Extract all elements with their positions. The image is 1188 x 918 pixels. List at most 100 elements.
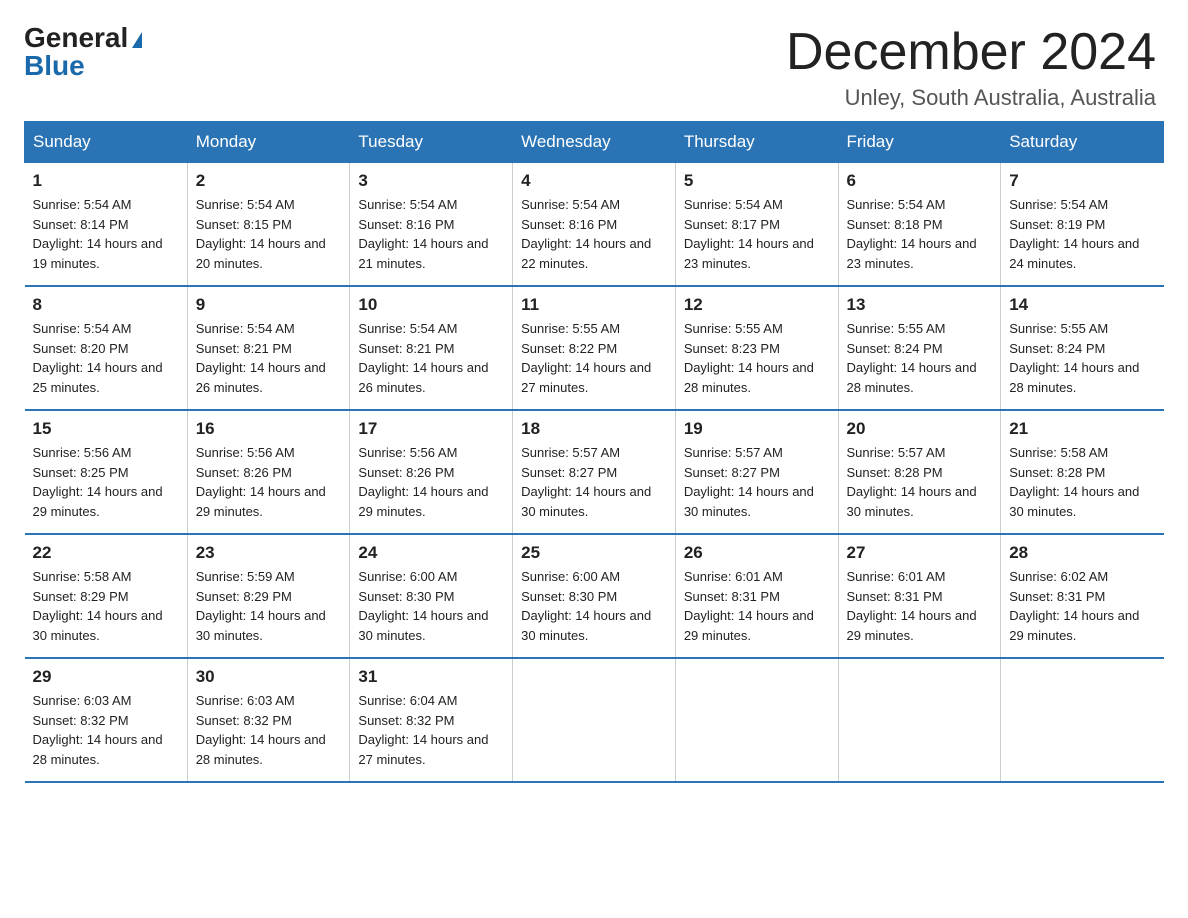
day-number: 3 bbox=[358, 171, 504, 191]
day-info: Sunrise: 5:58 AMSunset: 8:28 PMDaylight:… bbox=[1009, 443, 1155, 521]
header-saturday: Saturday bbox=[1001, 122, 1164, 163]
week-row-1: 1Sunrise: 5:54 AMSunset: 8:14 PMDaylight… bbox=[25, 163, 1164, 287]
day-number: 7 bbox=[1009, 171, 1155, 191]
day-cell: 28 Sunrise: 6:02 AMSunset: 8:31 PMDayligh… bbox=[1001, 534, 1164, 658]
days-of-week-row: Sunday Monday Tuesday Wednesday Thursday… bbox=[25, 122, 1164, 163]
day-number: 21 bbox=[1009, 419, 1155, 439]
page-header: General Blue December 2024 Unley, South … bbox=[0, 0, 1188, 121]
day-cell: 24 Sunrise: 6:00 AMSunset: 8:30 PMDayligh… bbox=[350, 534, 513, 658]
day-number: 28 bbox=[1009, 543, 1155, 563]
day-info: Sunrise: 5:55 AMSunset: 8:24 PMDaylight:… bbox=[847, 319, 993, 397]
month-title: December 2024 bbox=[786, 24, 1156, 81]
day-cell: 15 Sunrise: 5:56 AMSunset: 8:25 PMDayligh… bbox=[25, 410, 188, 534]
day-cell: 9Sunrise: 5:54 AMSunset: 8:21 PMDaylight… bbox=[187, 286, 350, 410]
day-number: 20 bbox=[847, 419, 993, 439]
day-number: 26 bbox=[684, 543, 830, 563]
day-number: 13 bbox=[847, 295, 993, 315]
week-row-5: 29Sunrise: 6:03 AMSunset: 8:32 PMDayligh… bbox=[25, 658, 1164, 782]
day-number: 11 bbox=[521, 295, 667, 315]
day-cell: 18 Sunrise: 5:57 AMSunset: 8:27 PMDayligh… bbox=[513, 410, 676, 534]
day-number: 22 bbox=[33, 543, 179, 563]
day-cell: 2 Sunrise: 5:54 AMSunset: 8:15 PMDaylight… bbox=[187, 163, 350, 287]
day-info: Sunrise: 6:03 AMSunset: 8:32 PMDaylight:… bbox=[196, 691, 342, 769]
day-cell bbox=[838, 658, 1001, 782]
day-cell bbox=[1001, 658, 1164, 782]
day-cell: 1Sunrise: 5:54 AMSunset: 8:14 PMDaylight… bbox=[25, 163, 188, 287]
day-cell bbox=[513, 658, 676, 782]
day-cell: 6Sunrise: 5:54 AMSunset: 8:18 PMDaylight… bbox=[838, 163, 1001, 287]
week-row-2: 8 Sunrise: 5:54 AMSunset: 8:20 PMDaylight… bbox=[25, 286, 1164, 410]
calendar-header: Sunday Monday Tuesday Wednesday Thursday… bbox=[25, 122, 1164, 163]
day-info: Sunrise: 6:01 AMSunset: 8:31 PMDaylight:… bbox=[847, 567, 993, 645]
day-info: Sunrise: 5:54 AMSunset: 8:16 PMDaylight:… bbox=[521, 195, 667, 273]
day-cell: 3 Sunrise: 5:54 AMSunset: 8:16 PMDaylight… bbox=[350, 163, 513, 287]
day-number: 15 bbox=[33, 419, 179, 439]
day-cell: 14 Sunrise: 5:55 AMSunset: 8:24 PMDayligh… bbox=[1001, 286, 1164, 410]
day-cell: 29Sunrise: 6:03 AMSunset: 8:32 PMDayligh… bbox=[25, 658, 188, 782]
day-cell: 19 Sunrise: 5:57 AMSunset: 8:27 PMDayligh… bbox=[675, 410, 838, 534]
day-info: Sunrise: 5:56 AMSunset: 8:26 PMDaylight:… bbox=[196, 443, 342, 521]
day-cell: 7 Sunrise: 5:54 AMSunset: 8:19 PMDaylight… bbox=[1001, 163, 1164, 287]
day-cell bbox=[675, 658, 838, 782]
day-cell: 22Sunrise: 5:58 AMSunset: 8:29 PMDayligh… bbox=[25, 534, 188, 658]
day-info: Sunrise: 6:02 AMSunset: 8:31 PMDaylight:… bbox=[1009, 567, 1155, 645]
day-number: 8 bbox=[33, 295, 179, 315]
day-info: Sunrise: 5:55 AMSunset: 8:22 PMDaylight:… bbox=[521, 319, 667, 397]
calendar-table: Sunday Monday Tuesday Wednesday Thursday… bbox=[24, 121, 1164, 783]
day-info: Sunrise: 5:57 AMSunset: 8:27 PMDaylight:… bbox=[684, 443, 830, 521]
logo: General Blue bbox=[24, 24, 142, 80]
day-cell: 21 Sunrise: 5:58 AMSunset: 8:28 PMDayligh… bbox=[1001, 410, 1164, 534]
day-info: Sunrise: 5:57 AMSunset: 8:27 PMDaylight:… bbox=[521, 443, 667, 521]
header-friday: Friday bbox=[838, 122, 1001, 163]
day-cell: 11 Sunrise: 5:55 AMSunset: 8:22 PMDayligh… bbox=[513, 286, 676, 410]
day-cell: 27 Sunrise: 6:01 AMSunset: 8:31 PMDayligh… bbox=[838, 534, 1001, 658]
day-number: 16 bbox=[196, 419, 342, 439]
day-info: Sunrise: 5:55 AMSunset: 8:24 PMDaylight:… bbox=[1009, 319, 1155, 397]
day-cell: 16 Sunrise: 5:56 AMSunset: 8:26 PMDayligh… bbox=[187, 410, 350, 534]
day-number: 12 bbox=[684, 295, 830, 315]
day-info: Sunrise: 6:01 AMSunset: 8:31 PMDaylight:… bbox=[684, 567, 830, 645]
header-monday: Monday bbox=[187, 122, 350, 163]
day-number: 14 bbox=[1009, 295, 1155, 315]
day-cell: 26 Sunrise: 6:01 AMSunset: 8:31 PMDayligh… bbox=[675, 534, 838, 658]
week-row-3: 15 Sunrise: 5:56 AMSunset: 8:25 PMDayligh… bbox=[25, 410, 1164, 534]
day-info: Sunrise: 6:00 AMSunset: 8:30 PMDaylight:… bbox=[358, 567, 504, 645]
day-number: 4 bbox=[521, 171, 667, 191]
day-cell: 5 Sunrise: 5:54 AMSunset: 8:17 PMDaylight… bbox=[675, 163, 838, 287]
day-number: 30 bbox=[196, 667, 342, 687]
day-info: Sunrise: 6:00 AMSunset: 8:30 PMDaylight:… bbox=[521, 567, 667, 645]
day-cell: 8 Sunrise: 5:54 AMSunset: 8:20 PMDaylight… bbox=[25, 286, 188, 410]
day-info: Sunrise: 5:54 AMSunset: 8:20 PMDaylight:… bbox=[33, 319, 179, 397]
day-number: 5 bbox=[684, 171, 830, 191]
day-info: Sunrise: 5:54 AMSunset: 8:17 PMDaylight:… bbox=[684, 195, 830, 273]
logo-general-text: General bbox=[24, 24, 128, 52]
day-cell: 12Sunrise: 5:55 AMSunset: 8:23 PMDayligh… bbox=[675, 286, 838, 410]
day-info: Sunrise: 5:54 AMSunset: 8:19 PMDaylight:… bbox=[1009, 195, 1155, 273]
day-number: 23 bbox=[196, 543, 342, 563]
day-cell: 30 Sunrise: 6:03 AMSunset: 8:32 PMDayligh… bbox=[187, 658, 350, 782]
logo-blue-text: Blue bbox=[24, 52, 85, 80]
day-number: 24 bbox=[358, 543, 504, 563]
day-number: 27 bbox=[847, 543, 993, 563]
day-cell: 23Sunrise: 5:59 AMSunset: 8:29 PMDayligh… bbox=[187, 534, 350, 658]
day-info: Sunrise: 5:56 AMSunset: 8:26 PMDaylight:… bbox=[358, 443, 504, 521]
day-info: Sunrise: 5:54 AMSunset: 8:21 PMDaylight:… bbox=[358, 319, 504, 397]
calendar-body: 1Sunrise: 5:54 AMSunset: 8:14 PMDaylight… bbox=[25, 163, 1164, 783]
day-cell: 17Sunrise: 5:56 AMSunset: 8:26 PMDayligh… bbox=[350, 410, 513, 534]
day-number: 19 bbox=[684, 419, 830, 439]
day-cell: 13 Sunrise: 5:55 AMSunset: 8:24 PMDayligh… bbox=[838, 286, 1001, 410]
day-number: 25 bbox=[521, 543, 667, 563]
day-info: Sunrise: 5:54 AMSunset: 8:16 PMDaylight:… bbox=[358, 195, 504, 273]
day-info: Sunrise: 5:54 AMSunset: 8:15 PMDaylight:… bbox=[196, 195, 342, 273]
day-number: 2 bbox=[196, 171, 342, 191]
location-title: Unley, South Australia, Australia bbox=[786, 85, 1156, 111]
calendar-container: Sunday Monday Tuesday Wednesday Thursday… bbox=[0, 121, 1188, 807]
day-number: 10 bbox=[358, 295, 504, 315]
day-info: Sunrise: 5:54 AMSunset: 8:21 PMDaylight:… bbox=[196, 319, 342, 397]
title-block: December 2024 Unley, South Australia, Au… bbox=[786, 24, 1156, 111]
day-info: Sunrise: 5:56 AMSunset: 8:25 PMDaylight:… bbox=[33, 443, 179, 521]
day-cell: 4 Sunrise: 5:54 AMSunset: 8:16 PMDaylight… bbox=[513, 163, 676, 287]
day-number: 18 bbox=[521, 419, 667, 439]
day-info: Sunrise: 5:54 AMSunset: 8:14 PMDaylight:… bbox=[33, 195, 179, 273]
day-cell: 31Sunrise: 6:04 AMSunset: 8:32 PMDayligh… bbox=[350, 658, 513, 782]
